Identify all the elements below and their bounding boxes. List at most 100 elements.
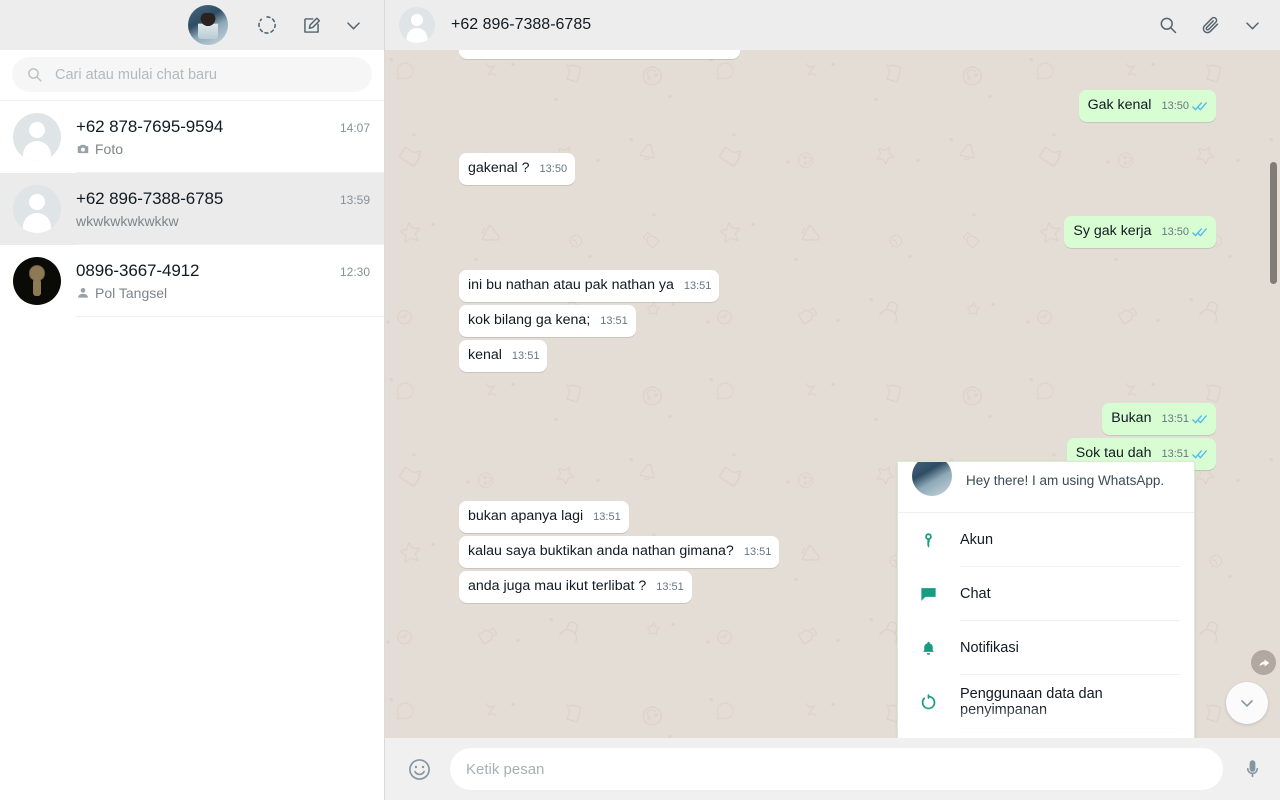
key-icon [918,532,938,549]
message-time: 13:51 [683,280,712,292]
my-profile-avatar[interactable] [188,5,228,45]
chat-timestamp: 12:30 [339,264,370,279]
message-row: Sy gak kerja 13:50 [459,216,1216,248]
message-composer [385,738,1280,800]
message-bubble-incoming[interactable]: ini bu nathan atau pak nathan ya 13:51 [459,270,720,302]
message-row [459,50,1216,59]
chat-preview-text: Foto [95,140,124,157]
message-meta: 13:50 [1161,223,1208,242]
message-list-scrollbar[interactable] [1270,162,1277,284]
chat-list-item[interactable]: +62 896-7388-6785 13:59 wkwkwkwkwkkw [0,173,384,245]
sidebar-menu-chevron-down-icon[interactable] [336,8,370,42]
settings-item-chat[interactable]: Chat [898,567,1194,621]
message-bubble-outgoing[interactable]: Bukan 13:51 [1102,403,1216,435]
message-bubble-incoming[interactable]: gakenal ? 13:50 [459,153,576,185]
conversation-pane: +62 896-7388-6785 Gak kenal 13:50 gakena… [385,0,1280,800]
chat-contact-name: 0896-3667-4912 [76,260,200,280]
message-row: Gak kenal 13:50 [459,90,1216,122]
chat-contact-name: +62 896-7388-6785 [76,188,224,208]
message-bubble-incoming[interactable]: anda juga mau ikut terlibat ? 13:51 [459,571,692,603]
chat-list-item[interactable]: +62 878-7695-9594 14:07 Foto [0,101,384,173]
status-icon[interactable] [250,8,284,42]
message-time: 13:51 [593,511,621,523]
settings-item-akun[interactable]: Akun [898,513,1194,567]
emoji-icon[interactable] [407,757,432,782]
conversation-menu-chevron-down-icon[interactable] [1243,16,1262,35]
forward-message-button[interactable] [1251,650,1276,675]
message-text: kenal [468,347,502,363]
chat-timestamp: 13:59 [339,192,370,207]
message-text: kalau saya buktikan anda nathan gimana? [468,543,734,559]
search-input[interactable] [55,66,358,83]
message-time: 13:50 [539,163,568,175]
chat-timestamp: 14:07 [339,120,370,135]
message-text: kok bilang ga kena; [468,312,591,328]
data-usage-icon [918,693,938,711]
message-input-field[interactable] [450,748,1223,790]
conversation-title[interactable]: +62 896-7388-6785 [451,16,1158,34]
conversation-header: +62 896-7388-6785 [385,0,1280,50]
attach-paperclip-icon[interactable] [1200,15,1221,36]
message-time: 13:50 [1161,100,1189,112]
search-bar [0,50,384,101]
chat-list: +62 878-7695-9594 14:07 Foto +62 896-738… [0,101,384,800]
message-meta: 13:51 [744,543,772,562]
chat-contact-name: +62 878-7695-9594 [76,116,224,136]
contact-avatar [13,185,61,233]
message-text: Gak kenal [1087,97,1152,113]
message-text: Sok tau dah [1075,445,1152,461]
message-bubble-outgoing[interactable]: Sy gak kerja 13:50 [1064,216,1216,248]
message-time: 13:51 [600,315,628,327]
message-row: kenal 13:51 [459,340,1216,372]
message-time: 13:51 [656,581,684,593]
message-row: kok bilang ga kena; 13:51 [459,305,1216,337]
conversation-avatar[interactable] [399,7,435,43]
message-text: Bukan [1111,410,1152,426]
message-input[interactable] [466,760,1207,778]
settings-item-data-usage[interactable]: Penggunaan data dan penyimpanan [898,675,1194,729]
message-text: Sy gak kerja [1073,223,1152,239]
message-time: 13:51 [511,350,540,362]
message-bubble-incoming[interactable]: kenal 13:51 [459,340,548,372]
whatsapp-web-window: +62 878-7695-9594 14:07 Foto [0,0,1280,800]
contact-icon [76,286,90,300]
chat-icon [918,585,938,604]
read-receipt-double-check-icon [1192,227,1208,238]
search-icon [26,66,43,83]
message-bubble-outgoing[interactable]: Gak kenal 13:50 [1078,90,1216,122]
sidebar-header [0,0,384,50]
message-text: anda juga mau ikut terlibat ? [468,578,647,594]
scroll-to-bottom-button[interactable] [1226,682,1268,724]
chat-preview-text: Pol Tangsel [95,284,168,301]
settings-panel: Hey there! I am using WhatsApp. Akun Cha… [898,462,1194,738]
settings-profile-row[interactable]: Hey there! I am using WhatsApp. [898,462,1194,513]
message-row: Bukan 13:51 [459,403,1216,435]
message-row: gakenal ? 13:50 [459,153,1216,185]
message-bubble-incoming[interactable]: kok bilang ga kena; 13:51 [459,305,636,337]
message-time: 13:51 [743,546,772,558]
message-text: ini bu nathan atau pak nathan ya [468,277,674,293]
message-bubble-incoming[interactable]: kalau saya buktikan anda nathan gimana? … [459,536,780,568]
settings-item-label: Notifikasi [960,621,1180,675]
settings-profile-avatar [912,462,952,496]
contact-avatar [13,113,61,161]
search-in-chat-icon[interactable] [1158,15,1178,35]
message-row: ini bu nathan atau pak nathan ya 13:51 [459,270,1216,302]
message-meta: 13:51 [512,347,540,366]
message-time: 13:51 [1161,413,1189,425]
message-list: Gak kenal 13:50 gakenal ? 13:50 Sy gak k… [385,50,1280,738]
microphone-icon[interactable] [1241,758,1264,781]
message-meta: 13:51 [600,312,628,331]
message-bubble-clipped[interactable] [459,50,740,59]
message-meta: 13:50 [1161,97,1208,116]
camera-icon [76,142,90,156]
chat-list-item[interactable]: 0896-3667-4912 12:30 Pol Tangsel [0,245,384,317]
message-meta: 13:51 [593,508,621,527]
message-bubble-incoming[interactable]: bukan apanya lagi 13:51 [459,501,629,533]
settings-profile-status: Hey there! I am using WhatsApp. [966,472,1165,488]
search-box[interactable] [12,57,372,92]
settings-item-notifikasi[interactable]: Notifikasi [898,621,1194,675]
new-chat-icon[interactable] [294,8,328,42]
chat-preview-text: wkwkwkwkwkkw [76,212,179,229]
settings-item-label: Penggunaan data dan penyimpanan [960,675,1180,729]
